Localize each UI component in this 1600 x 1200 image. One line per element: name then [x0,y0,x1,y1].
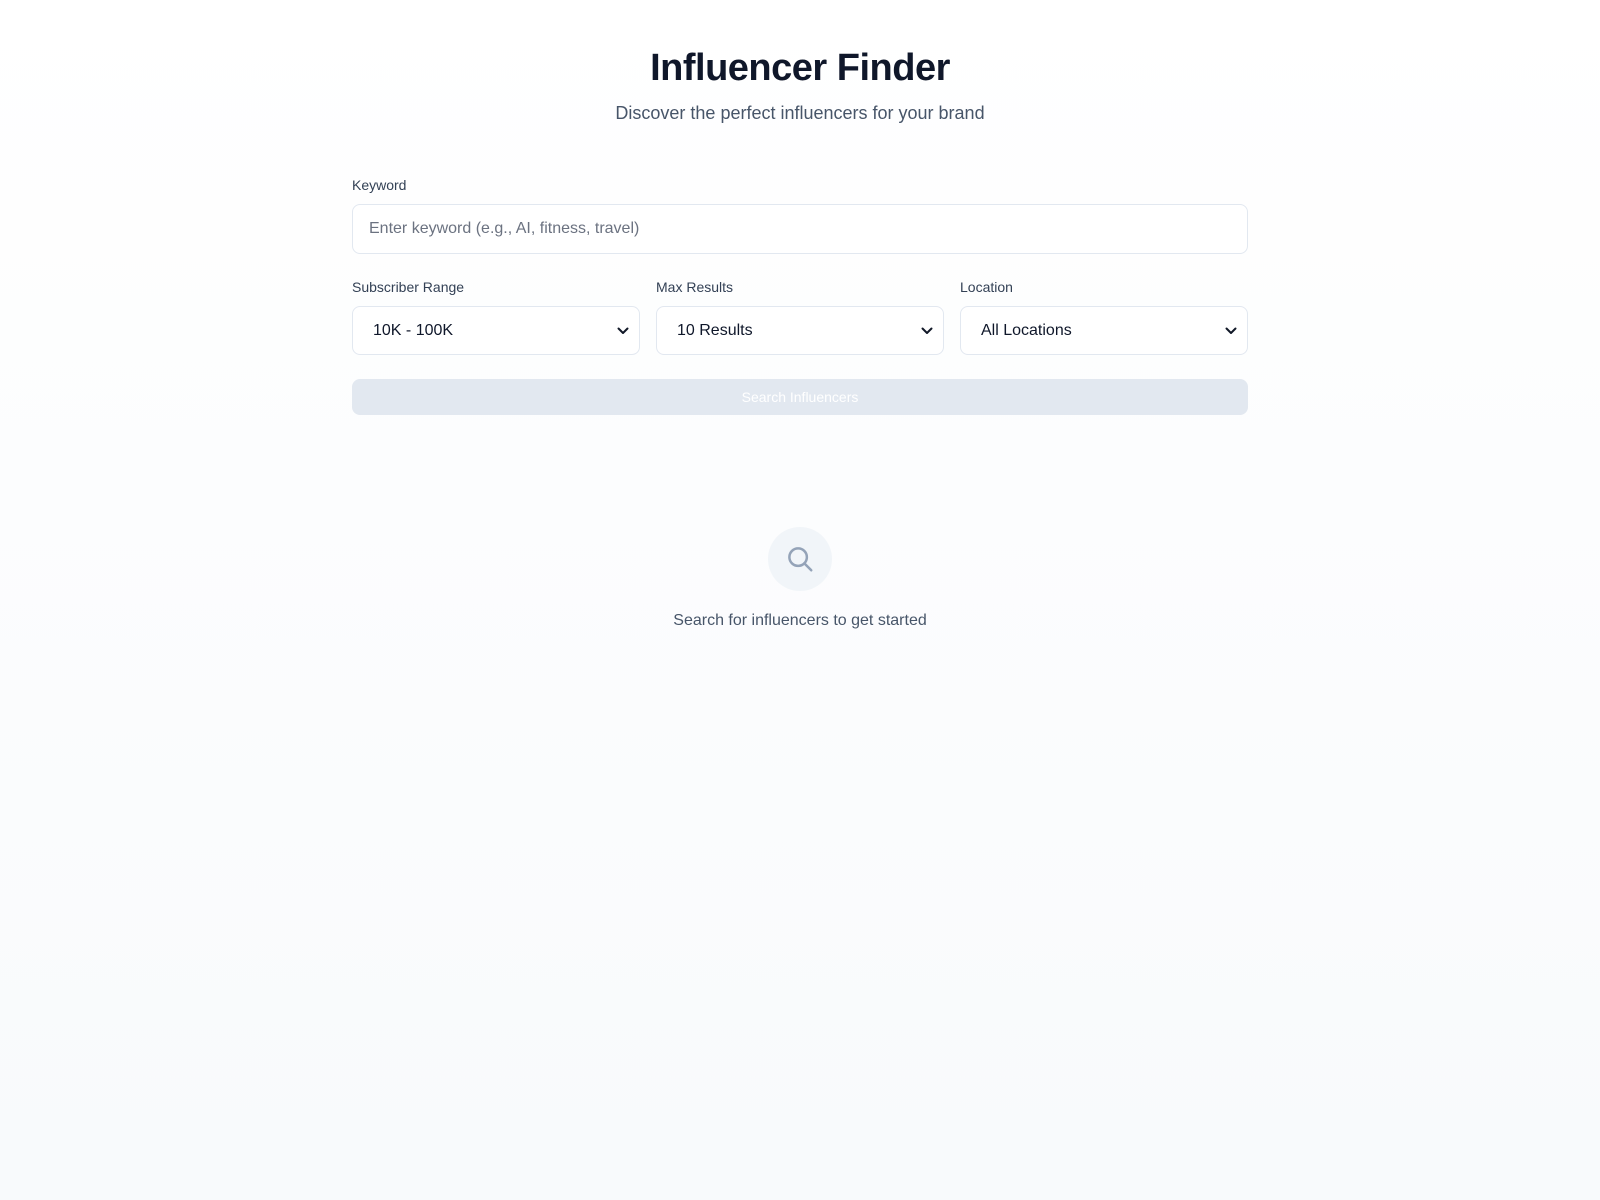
keyword-input[interactable] [352,204,1248,254]
search-form: Keyword Subscriber Range 10K - 100K Max … [352,176,1248,415]
page-subtitle: Discover the perfect influencers for you… [615,103,985,123]
filters-row: Subscriber Range 10K - 100K Max Results … [352,278,1248,355]
keyword-label: Keyword [352,177,407,193]
subscriber-range-group: Subscriber Range 10K - 100K [352,278,640,355]
max-results-select[interactable]: 10 Results [656,306,944,355]
chevron-down-icon [1225,325,1237,337]
max-results-label: Max Results [656,279,734,295]
chevron-down-icon [921,325,933,337]
empty-state-message: Search for influencers to get started [673,612,927,629]
location-value: All Locations [981,321,1072,339]
empty-state: Search for influencers to get started [352,527,1248,631]
subscriber-range-label: Subscriber Range [352,279,465,295]
location-label: Location [960,279,1013,295]
subscriber-range-value: 10K - 100K [373,321,454,339]
keyword-field-group: Keyword [352,176,1248,254]
max-results-value: 10 Results [677,321,753,339]
subscriber-range-select[interactable]: 10K - 100K [352,306,640,355]
search-influencers-button[interactable]: Search Influencers [352,379,1248,415]
location-group: Location All Locations [960,278,1248,355]
location-select[interactable]: All Locations [960,306,1248,355]
search-icon [768,527,832,591]
page: Influencer Finder Discover the perfect i… [352,0,1248,631]
chevron-down-icon [617,325,629,337]
max-results-group: Max Results 10 Results [656,278,944,355]
header: Influencer Finder Discover the perfect i… [352,46,1248,124]
page-title: Influencer Finder [650,47,950,89]
